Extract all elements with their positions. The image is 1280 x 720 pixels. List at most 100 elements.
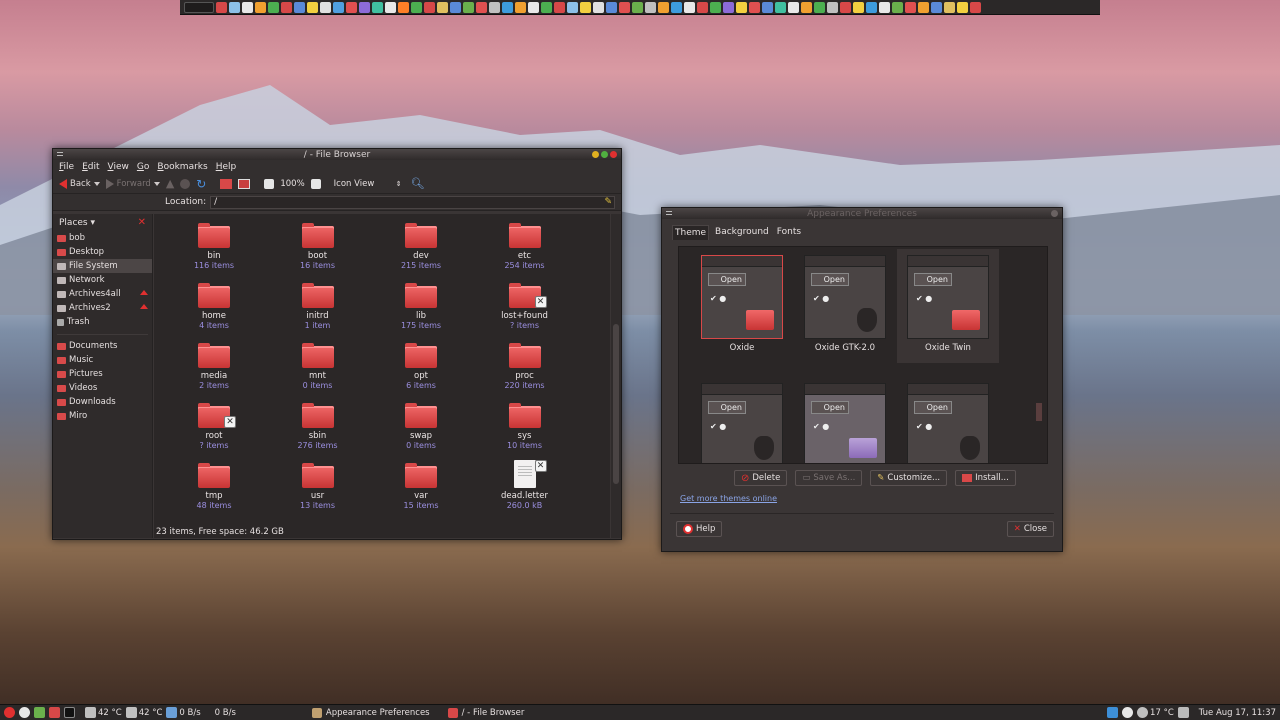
save-as-button[interactable]: ▭ Save As... bbox=[795, 470, 863, 486]
chevron-down-icon[interactable] bbox=[153, 181, 160, 186]
folder-item[interactable]: tmp 48 items bbox=[174, 463, 254, 510]
launcher-icon[interactable] bbox=[866, 1, 877, 13]
eject-icon[interactable] bbox=[140, 290, 148, 295]
folder-item[interactable]: mnt 0 items bbox=[278, 343, 358, 390]
sidebar-item-pictures[interactable]: Pictures bbox=[53, 367, 152, 381]
launcher-icon[interactable] bbox=[892, 1, 903, 13]
launcher-icon[interactable] bbox=[229, 1, 240, 13]
launcher-icon[interactable] bbox=[541, 1, 552, 13]
scrollbar-thumb[interactable] bbox=[1036, 403, 1042, 421]
icon-view[interactable]: bin 116 items boot 16 items dev 215 items etc 2… bbox=[154, 214, 610, 538]
launcher-icon[interactable] bbox=[619, 1, 630, 13]
launcher-icon[interactable] bbox=[736, 1, 747, 13]
launcher-icon[interactable] bbox=[424, 1, 435, 13]
launcher-icon[interactable] bbox=[814, 1, 825, 13]
folder-item[interactable]: usr 13 items bbox=[278, 463, 358, 510]
folder-item[interactable]: bin 116 items bbox=[174, 223, 254, 270]
window-menu-icon[interactable] bbox=[57, 152, 63, 156]
up-icon[interactable]: ▲ bbox=[166, 177, 174, 190]
theme-option[interactable]: Open ✔ ● bbox=[691, 377, 793, 463]
folder-item[interactable]: var 15 items bbox=[381, 463, 461, 510]
eject-icon[interactable] bbox=[140, 304, 148, 309]
sidebar-item-trash[interactable]: Trash bbox=[53, 315, 152, 329]
menu-file[interactable]: File bbox=[59, 162, 74, 172]
launcher-icon[interactable] bbox=[255, 1, 266, 13]
launcher-icon[interactable] bbox=[645, 1, 656, 13]
close-sidebar-icon[interactable]: ✕ bbox=[138, 217, 146, 228]
folder-item[interactable]: media 2 items bbox=[174, 343, 254, 390]
location-input[interactable]: / ✎ bbox=[210, 195, 615, 209]
launcher-icon[interactable] bbox=[502, 1, 513, 13]
launcher-icon[interactable] bbox=[385, 1, 396, 13]
sidebar-item-documents[interactable]: Documents bbox=[53, 339, 152, 353]
volume-icon[interactable] bbox=[1177, 707, 1189, 718]
folder-item[interactable]: boot 16 items bbox=[278, 223, 358, 270]
sidebar-item-music[interactable]: Music bbox=[53, 353, 152, 367]
theme-option[interactable]: Open ✔ ● bbox=[794, 377, 896, 463]
launcher-icon[interactable] bbox=[749, 1, 760, 13]
places-select[interactable]: Places ▾ bbox=[59, 218, 95, 228]
icon-view-scrollbar[interactable] bbox=[611, 214, 621, 538]
launcher-icon[interactable] bbox=[723, 1, 734, 13]
launcher-icon[interactable] bbox=[567, 1, 578, 13]
file-item[interactable]: ✕ dead.letter 260.0 kB bbox=[485, 460, 565, 510]
menu-view[interactable]: View bbox=[108, 162, 129, 172]
sidebar-item-downloads[interactable]: Downloads bbox=[53, 395, 152, 409]
system-monitor-icon[interactable] bbox=[184, 1, 214, 13]
help-button[interactable]: Help bbox=[676, 521, 723, 537]
update-icon[interactable] bbox=[1122, 707, 1134, 718]
menu-go[interactable]: Go bbox=[137, 162, 150, 172]
launcher-icon[interactable] bbox=[788, 1, 799, 13]
launcher-icon[interactable] bbox=[372, 1, 383, 13]
menu-bookmarks[interactable]: Bookmarks bbox=[157, 162, 207, 172]
clock[interactable]: Tue Aug 17, 11:37 bbox=[1199, 708, 1276, 718]
launcher-icon[interactable] bbox=[294, 1, 305, 13]
terminal-icon[interactable] bbox=[64, 707, 75, 718]
launcher-icon[interactable] bbox=[671, 1, 682, 13]
home-icon[interactable] bbox=[220, 178, 233, 189]
close-button[interactable] bbox=[610, 151, 617, 158]
folder-item[interactable]: swap 0 items bbox=[381, 403, 461, 450]
file-browser-titlebar[interactable]: / - File Browser bbox=[53, 149, 621, 160]
launcher-icon[interactable] bbox=[840, 1, 851, 13]
launcher-icon[interactable] bbox=[710, 1, 721, 13]
folder-item[interactable]: sbin 276 items bbox=[278, 403, 358, 450]
launcher-icon[interactable] bbox=[476, 1, 487, 13]
view-mode-select[interactable]: Icon View ⇕ bbox=[331, 177, 405, 191]
launcher-icon[interactable] bbox=[684, 1, 695, 13]
forward-button[interactable]: Forward bbox=[105, 178, 160, 189]
launcher-icon[interactable] bbox=[918, 1, 929, 13]
folder-item[interactable]: etc 254 items bbox=[485, 223, 565, 270]
launcher-icon[interactable] bbox=[346, 1, 357, 13]
task-file-browser[interactable]: / - File Browser bbox=[442, 706, 531, 720]
tab-theme[interactable]: Theme bbox=[672, 225, 710, 240]
launcher-icon[interactable] bbox=[515, 1, 526, 13]
chevron-down-icon[interactable] bbox=[93, 181, 100, 186]
search-icon[interactable]: 🔍︎ bbox=[411, 177, 425, 190]
appearance-titlebar[interactable]: Appearance Preferences bbox=[662, 208, 1062, 219]
launcher-icon[interactable] bbox=[242, 1, 253, 13]
theme-option[interactable]: Open ✔ ● Oxide bbox=[691, 249, 793, 363]
launcher-icon[interactable] bbox=[957, 1, 968, 13]
sidebar-item-network[interactable]: Network bbox=[53, 273, 152, 287]
install-button[interactable]: Install... bbox=[955, 470, 1016, 486]
launcher-icon[interactable] bbox=[970, 1, 981, 13]
launcher-icon[interactable] bbox=[216, 1, 227, 13]
maximize-button[interactable] bbox=[601, 151, 608, 158]
folder-item[interactable]: ✕ lost+found? items bbox=[485, 283, 565, 330]
launcher-icon[interactable] bbox=[801, 1, 812, 13]
launcher-icon[interactable] bbox=[762, 1, 773, 13]
launcher-icon[interactable] bbox=[320, 1, 331, 13]
launcher-icon[interactable] bbox=[450, 1, 461, 13]
sidebar-item-archives2[interactable]: Archives2 bbox=[53, 301, 152, 315]
sidebar-item-videos[interactable]: Videos bbox=[53, 381, 152, 395]
launcher-icon[interactable] bbox=[775, 1, 786, 13]
minimize-button[interactable] bbox=[592, 151, 599, 158]
theme-option[interactable]: Open ✔ ● Oxide GTK-2.0 bbox=[794, 249, 896, 363]
theme-list[interactable]: Open ✔ ● Oxide Open ✔ ● Oxide GTK-2.0 Open ✔ ● O… bbox=[678, 246, 1048, 464]
folder-item[interactable]: home 4 items bbox=[174, 283, 254, 330]
help-icon[interactable] bbox=[19, 707, 30, 718]
tab-background[interactable]: Background bbox=[713, 225, 771, 240]
launcher-icon[interactable] bbox=[463, 1, 474, 13]
monitor-icon[interactable] bbox=[34, 707, 45, 718]
